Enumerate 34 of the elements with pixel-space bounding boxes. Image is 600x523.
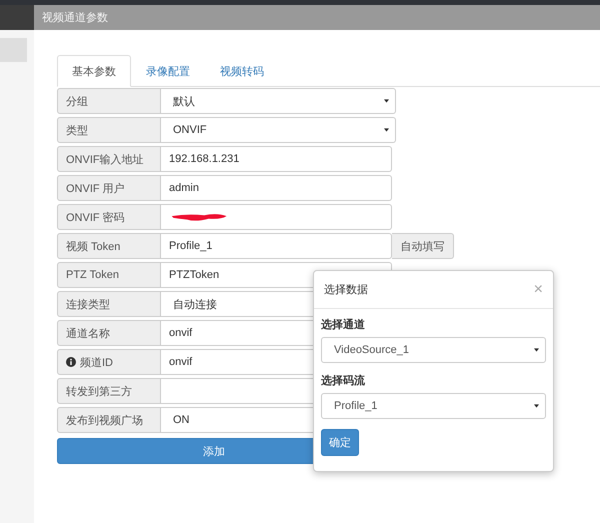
field-label: ONVIF 密码 [57, 204, 161, 230]
tab[interactable]: 基本参数 [57, 55, 131, 87]
label-text: 频道ID [80, 356, 113, 370]
autofill-button[interactable]: 自动填写 [392, 233, 454, 259]
field-label: 发布到视频广场 [57, 407, 161, 433]
field-label: 转发到第三方 [57, 378, 161, 404]
select-field[interactable]: ONVIF [161, 117, 396, 143]
sidebar-header [0, 5, 34, 30]
field-label: 连接类型 [57, 291, 161, 317]
field-label: 分组 [57, 88, 161, 114]
caret-icon [534, 404, 539, 408]
field-label: 选择通道 [321, 318, 366, 332]
field-label: 类型 [57, 117, 161, 143]
input-field[interactable]: Profile_1 [161, 233, 392, 259]
caret-icon [384, 99, 389, 103]
info-icon [66, 357, 76, 367]
select-field[interactable]: Profile_1 [321, 393, 546, 419]
select-field[interactable]: 默认 [161, 88, 396, 114]
confirm-button[interactable]: 确定 [321, 429, 359, 456]
field-label: ONVIF 用户 [57, 175, 161, 201]
tab[interactable]: 视频转码 [205, 55, 279, 87]
caret-icon [384, 128, 389, 132]
input-field[interactable]: admin [161, 175, 392, 201]
input-field[interactable] [161, 204, 392, 230]
field-label: 通道名称 [57, 320, 161, 346]
field-label: 视频 Token [57, 233, 161, 259]
field-label: PTZ Token [57, 262, 161, 288]
window-title: 视频通道参数 [42, 10, 108, 25]
field-label: ONVIF输入地址 [57, 146, 161, 172]
caret-icon [534, 348, 539, 352]
tab[interactable]: 录像配置 [131, 55, 205, 87]
select-field[interactable]: VideoSource_1 [321, 337, 546, 363]
field-label: 选择码流 [321, 374, 366, 388]
input-field[interactable]: 192.168.1.231 [161, 146, 392, 172]
